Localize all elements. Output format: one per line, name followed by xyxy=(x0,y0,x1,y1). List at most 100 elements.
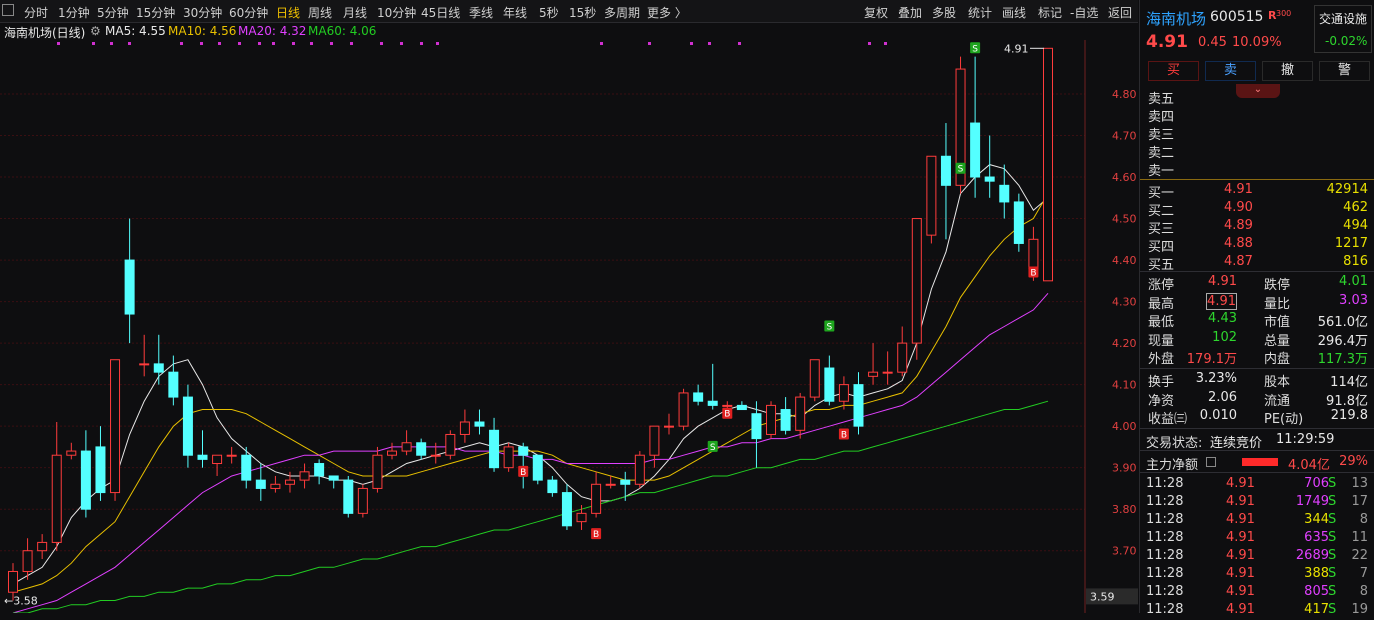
candle[interactable] xyxy=(780,397,791,435)
tool-4[interactable]: 画线 xyxy=(1002,4,1026,21)
candle[interactable] xyxy=(882,351,893,385)
tick-row[interactable]: 11:28 4.91 805 S 8 xyxy=(1140,584,1374,602)
expand-chevron-icon[interactable]: ⌄ xyxy=(1236,84,1280,98)
period-tab-2[interactable]: 5分钟 xyxy=(97,4,129,21)
candle[interactable] xyxy=(212,454,223,476)
candle[interactable] xyxy=(838,376,849,410)
candle[interactable] xyxy=(1043,47,1053,282)
candle[interactable] xyxy=(926,155,937,244)
candle[interactable] xyxy=(911,218,922,360)
period-tab-6[interactable]: 日线 xyxy=(276,4,300,21)
candle[interactable] xyxy=(153,334,164,385)
candle[interactable] xyxy=(663,413,674,435)
candle[interactable] xyxy=(139,334,150,377)
tick-row[interactable]: 11:28 4.91 388 S 7 xyxy=(1140,566,1374,584)
candle[interactable] xyxy=(897,326,908,377)
tick-row[interactable]: 11:28 4.91 635 S 11 xyxy=(1140,530,1374,548)
candle[interactable] xyxy=(561,484,572,530)
candle[interactable] xyxy=(182,384,193,468)
candle[interactable] xyxy=(37,534,48,560)
trade-signal-marker[interactable]: S xyxy=(824,320,835,333)
candle[interactable] xyxy=(649,425,660,468)
candle[interactable] xyxy=(824,355,835,406)
trade-button-0[interactable]: 买 xyxy=(1148,61,1199,81)
candle[interactable] xyxy=(387,442,398,460)
period-tab-12[interactable]: 年线 xyxy=(503,4,527,21)
period-tab-8[interactable]: 月线 xyxy=(343,4,367,21)
menu-icon[interactable] xyxy=(2,4,14,16)
candle[interactable] xyxy=(605,475,616,489)
tick-row[interactable]: 11:28 4.91 1749 S 17 xyxy=(1140,494,1374,512)
period-tab-14[interactable]: 15秒 xyxy=(569,4,596,21)
trade-signal-marker[interactable]: S xyxy=(970,42,981,54)
period-tab-0[interactable]: 分时 xyxy=(24,4,48,21)
candle[interactable] xyxy=(868,343,879,385)
trade-button-1[interactable]: 卖 xyxy=(1205,61,1256,81)
candle[interactable] xyxy=(430,442,441,464)
candle[interactable] xyxy=(736,401,747,411)
tick-row[interactable]: 11:28 4.91 417 S 19 xyxy=(1140,602,1374,620)
tick-row[interactable]: 11:28 4.91 344 S 8 xyxy=(1140,512,1374,530)
candle[interactable] xyxy=(751,401,762,468)
trade-signal-marker[interactable]: B xyxy=(722,407,733,420)
candle[interactable] xyxy=(445,430,456,460)
candle[interactable] xyxy=(328,475,339,489)
candle[interactable] xyxy=(1013,193,1024,252)
tick-row[interactable]: 11:28 4.91 706 S 13 xyxy=(1140,476,1374,494)
tool-5[interactable]: 标记 xyxy=(1038,4,1062,21)
candle[interactable] xyxy=(343,475,354,518)
candle[interactable] xyxy=(707,363,718,410)
trade-signal-marker[interactable]: B xyxy=(591,528,602,540)
period-tab-9[interactable]: 10分钟 xyxy=(377,4,416,21)
candle[interactable] xyxy=(416,438,427,460)
trade-signal-marker[interactable]: S xyxy=(707,440,718,453)
candle[interactable] xyxy=(80,430,91,518)
sector-box[interactable]: 交通设施 -0.02% xyxy=(1314,5,1372,53)
tool-7[interactable]: 返回 xyxy=(1108,4,1132,21)
tool-2[interactable]: 多股 xyxy=(932,4,956,21)
candle[interactable] xyxy=(970,56,981,198)
candle[interactable] xyxy=(197,430,208,468)
tool-0[interactable]: 复权 xyxy=(864,4,888,21)
trade-signal-marker[interactable]: B xyxy=(518,465,529,478)
candle[interactable] xyxy=(474,409,485,435)
candle[interactable] xyxy=(591,471,602,518)
trade-button-3[interactable]: 警 xyxy=(1319,61,1370,81)
trade-button-2[interactable]: 撤 xyxy=(1262,61,1313,81)
candle[interactable] xyxy=(634,451,645,489)
candle[interactable] xyxy=(226,446,237,464)
settings-icon[interactable]: ⚙ xyxy=(90,24,101,38)
candle[interactable] xyxy=(401,430,412,456)
period-tab-16[interactable]: 更多 〉 xyxy=(647,4,687,21)
candle[interactable] xyxy=(314,459,325,485)
candle[interactable] xyxy=(620,471,631,501)
candle[interactable] xyxy=(255,463,266,501)
trade-signal-marker[interactable]: B xyxy=(838,428,849,440)
trade-signal-marker[interactable]: B xyxy=(1028,266,1039,279)
candle[interactable] xyxy=(518,442,529,489)
period-tab-3[interactable]: 15分钟 xyxy=(136,4,175,21)
candle[interactable] xyxy=(532,454,543,485)
candle[interactable] xyxy=(547,475,558,497)
candle[interactable] xyxy=(503,442,514,472)
candle[interactable] xyxy=(372,446,383,493)
tool-3[interactable]: 统计 xyxy=(968,4,992,21)
candle[interactable] xyxy=(66,442,77,460)
candle[interactable] xyxy=(693,384,704,406)
candle[interactable] xyxy=(241,446,252,489)
candle[interactable] xyxy=(110,359,121,501)
tool-1[interactable]: 叠加 xyxy=(898,4,922,21)
candle[interactable] xyxy=(95,426,106,501)
tool-6[interactable]: -自选 xyxy=(1070,4,1098,21)
candle[interactable] xyxy=(940,123,951,240)
period-tab-15[interactable]: 多周期 xyxy=(604,4,640,21)
candle[interactable] xyxy=(357,484,368,518)
candle[interactable] xyxy=(270,475,281,493)
candle[interactable] xyxy=(795,392,806,439)
period-tab-11[interactable]: 季线 xyxy=(469,4,493,21)
candle[interactable] xyxy=(766,401,777,439)
candle[interactable] xyxy=(809,359,820,402)
trade-signal-marker[interactable]: S xyxy=(955,162,966,175)
period-tab-1[interactable]: 1分钟 xyxy=(58,4,90,21)
period-tab-4[interactable]: 30分钟 xyxy=(183,4,222,21)
